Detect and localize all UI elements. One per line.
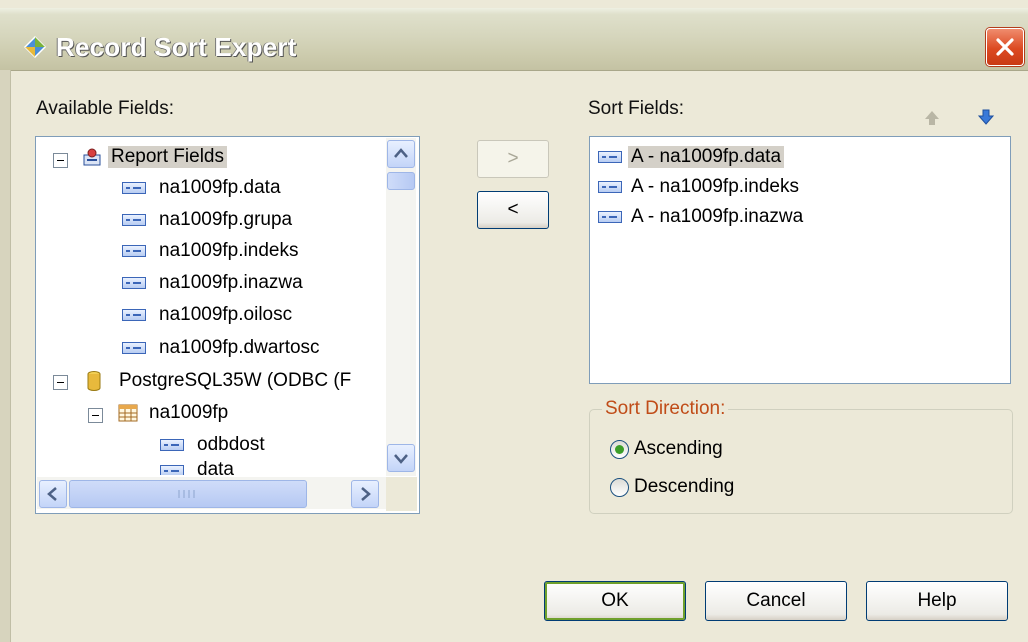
tree-item-field[interactable]: na1009fp.indeks [122,237,301,265]
tree-item-field[interactable]: na1009fp.dwartosc [122,334,323,362]
horizontal-scrollbar[interactable] [37,477,386,509]
horizontal-scroll-thumb[interactable] [69,480,307,508]
window-border [0,70,11,642]
window-title: Record Sort Expert [56,32,297,62]
field-label: na1009fp.dwartosc [159,337,320,358]
tree-item-field[interactable]: odbdost [160,431,268,459]
close-icon [996,38,1014,56]
scroll-down-button[interactable] [387,444,415,472]
sort-field-label: A - na1009fp.inazwa [631,206,804,227]
scroll-left-button[interactable] [39,480,67,508]
field-icon [598,211,622,223]
tree-label-report-fields: Report Fields [108,146,227,168]
tree-node-datasource[interactable]: PostgreSQL35W (ODBC (F [86,367,354,395]
field-label: na1009fp.data [159,177,281,198]
scroll-up-button[interactable] [387,140,415,168]
available-fields-tree[interactable]: Report Fields na1009fp.data na1009fp.gru… [35,136,420,514]
collapse-report-fields-toggle[interactable] [53,153,68,168]
arrow-up-icon [394,148,408,158]
tree-item-field[interactable]: na1009fp.data [122,174,284,202]
sort-field-item[interactable]: A - na1009fp.inazwa [598,203,806,231]
ascending-radio[interactable]: Ascending [610,438,723,460]
field-icon [598,181,622,193]
sort-field-item[interactable]: A - na1009fp.data [598,143,785,171]
sort-field-item[interactable]: A - na1009fp.indeks [598,173,802,201]
radio-unchecked-icon [610,477,629,497]
collapse-datasource-toggle[interactable] [53,375,68,390]
tree-node-report-fields[interactable]: Report Fields [82,143,227,171]
arrow-right-icon [361,487,371,501]
move-down-arrow-icon[interactable] [975,106,997,128]
vertical-scrollbar[interactable] [386,138,416,476]
tree-node-table[interactable]: na1009fp [118,399,231,427]
sort-direction-title: Sort Direction: [602,398,729,420]
tree-label-table: na1009fp [149,402,229,423]
record-sort-expert-dialog: Record Sort Expert Available Fields: Rep… [0,0,1028,642]
field-icon [122,245,146,257]
move-up-arrow-icon[interactable] [921,107,943,129]
field-icon [122,342,146,354]
field-icon [160,439,184,451]
report-fields-icon [83,148,101,166]
scrollbar-corner [386,477,417,511]
sort-fields-list[interactable]: A - na1009fp.data A - na1009fp.indeks A … [589,136,1011,384]
scroll-right-button[interactable] [351,480,379,508]
field-icon [122,214,146,226]
field-label: na1009fp.indeks [159,240,299,261]
remove-field-button[interactable]: < [477,191,549,229]
tree-item-field[interactable]: data [160,459,237,475]
add-field-button[interactable]: > [477,140,549,178]
field-icon [122,309,146,321]
tree-item-field[interactable]: na1009fp.grupa [122,206,295,234]
radio-checked-icon [610,439,629,459]
sort-fields-label: Sort Fields: [588,98,685,119]
field-label: na1009fp.inazwa [159,272,303,293]
tree-item-field[interactable]: na1009fp.oilosc [122,301,295,329]
vertical-scroll-thumb[interactable] [387,172,415,190]
help-button[interactable]: Help [866,581,1008,621]
field-icon [122,182,146,194]
sort-direction-group: Sort Direction: Ascending Descending [589,398,1013,514]
app-icon [23,35,47,59]
tree-item-field[interactable]: na1009fp.inazwa [122,269,306,297]
ok-button[interactable]: OK [544,581,686,621]
sort-field-label: A - na1009fp.data [628,146,785,168]
collapse-table-toggle[interactable] [88,408,103,423]
field-icon [598,151,622,163]
tree-label-datasource: PostgreSQL35W (ODBC (F [119,370,352,391]
grip-icon [178,490,195,498]
ascending-label: Ascending [634,438,723,459]
descending-label: Descending [634,476,735,497]
close-button[interactable] [986,28,1024,66]
available-fields-label: Available Fields: [36,98,175,119]
field-label: na1009fp.oilosc [159,304,293,325]
arrow-down-icon [394,454,408,464]
sort-field-label: A - na1009fp.indeks [631,176,799,197]
field-label: na1009fp.grupa [159,209,293,230]
field-icon [122,277,146,289]
field-label: odbdost [197,434,265,455]
arrow-left-icon [47,487,57,501]
cancel-button[interactable]: Cancel [705,581,847,621]
field-label: data [197,459,234,475]
table-icon [118,404,138,422]
title-bar[interactable]: Record Sort Expert [0,8,1028,71]
descending-radio[interactable]: Descending [610,476,734,498]
database-icon [87,371,101,391]
field-icon [160,465,184,475]
